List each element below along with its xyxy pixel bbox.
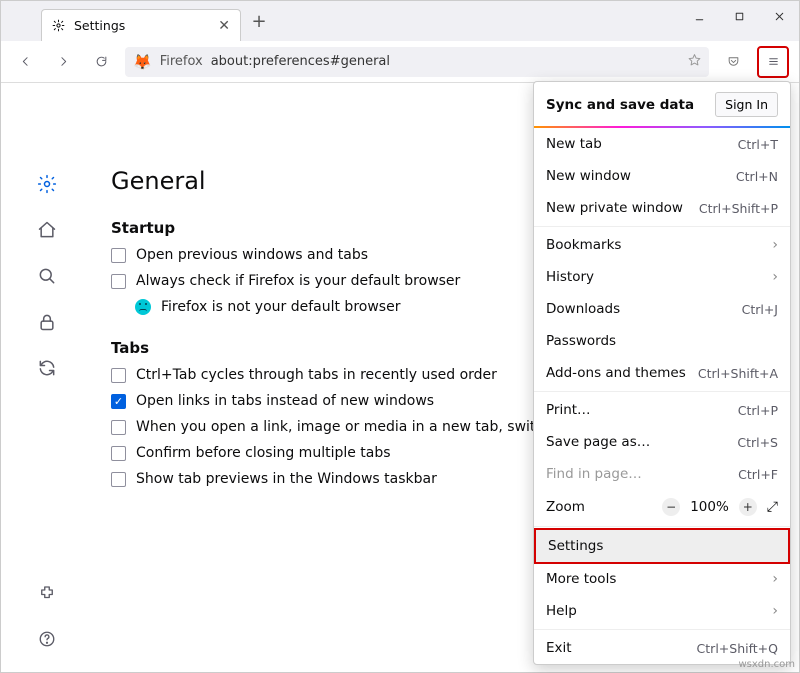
menu-print[interactable]: Print…Ctrl+P bbox=[534, 394, 790, 426]
menu-settings[interactable]: Settings bbox=[534, 528, 790, 564]
zoom-value: 100% bbox=[690, 499, 729, 515]
forward-button[interactable] bbox=[49, 48, 77, 76]
watermark: wsxdn.com bbox=[738, 659, 795, 670]
sync-label: Sync and save data bbox=[546, 97, 694, 113]
minimize-button[interactable] bbox=[679, 1, 719, 31]
menu-new-tab[interactable]: New tabCtrl+T bbox=[534, 128, 790, 160]
menu-find-in-page: Find in page…Ctrl+F bbox=[534, 458, 790, 490]
help-icon[interactable] bbox=[36, 628, 58, 650]
window-controls bbox=[679, 1, 799, 31]
browser-tab[interactable]: Settings ✕ bbox=[41, 9, 241, 41]
tab-title: Settings bbox=[74, 18, 210, 33]
menu-zoom: Zoom − 100% + ⤢ bbox=[534, 490, 790, 524]
chevron-right-icon: › bbox=[772, 237, 778, 253]
gear-icon bbox=[52, 19, 66, 33]
menu-new-private-window[interactable]: New private windowCtrl+Shift+P bbox=[534, 192, 790, 224]
new-tab-button[interactable]: + bbox=[245, 11, 273, 32]
menu-downloads[interactable]: DownloadsCtrl+J bbox=[534, 293, 790, 325]
sad-face-icon bbox=[135, 299, 151, 315]
sync-row: Sync and save data Sign In bbox=[534, 82, 790, 128]
navigation-toolbar: 🦊 Firefox about:preferences#general bbox=[1, 41, 799, 83]
chevron-right-icon: › bbox=[772, 571, 778, 587]
url-bar[interactable]: 🦊 Firefox about:preferences#general bbox=[125, 47, 709, 77]
close-button[interactable] bbox=[759, 1, 799, 31]
maximize-button[interactable] bbox=[719, 1, 759, 31]
menu-help[interactable]: Help› bbox=[534, 595, 790, 627]
chevron-right-icon: › bbox=[772, 269, 778, 285]
bookmark-star-icon[interactable] bbox=[688, 53, 701, 70]
url-text: about:preferences#general bbox=[211, 54, 680, 69]
menu-more-tools[interactable]: More tools› bbox=[534, 563, 790, 595]
app-menu-button[interactable] bbox=[759, 48, 787, 76]
fullscreen-icon[interactable]: ⤢ bbox=[767, 499, 778, 515]
menu-passwords[interactable]: Passwords bbox=[534, 325, 790, 357]
zoom-out-button[interactable]: − bbox=[662, 498, 680, 516]
app-menu-panel: Sync and save data Sign In New tabCtrl+T… bbox=[533, 81, 791, 665]
sync-icon[interactable] bbox=[36, 357, 58, 379]
menu-bookmarks[interactable]: Bookmarks› bbox=[534, 229, 790, 261]
chevron-right-icon: › bbox=[772, 603, 778, 619]
back-button[interactable] bbox=[11, 48, 39, 76]
search-icon[interactable] bbox=[36, 265, 58, 287]
url-prefix: Firefox bbox=[160, 54, 203, 69]
extensions-icon[interactable] bbox=[36, 582, 58, 604]
home-icon[interactable] bbox=[36, 219, 58, 241]
menu-addons[interactable]: Add-ons and themesCtrl+Shift+A bbox=[534, 357, 790, 389]
firefox-window: Settings ✕ + 🦊 Firefox about:preferences… bbox=[0, 0, 800, 673]
firefox-icon: 🦊 bbox=[133, 53, 152, 71]
lock-icon[interactable] bbox=[36, 311, 58, 333]
menu-new-window[interactable]: New windowCtrl+N bbox=[534, 160, 790, 192]
zoom-in-button[interactable]: + bbox=[739, 498, 757, 516]
app-menu-button-highlight bbox=[757, 46, 789, 78]
menu-history[interactable]: History› bbox=[534, 261, 790, 293]
gear-icon[interactable] bbox=[36, 173, 58, 195]
tab-close-icon[interactable]: ✕ bbox=[218, 18, 230, 34]
reload-button[interactable] bbox=[87, 48, 115, 76]
menu-save-page[interactable]: Save page as…Ctrl+S bbox=[534, 426, 790, 458]
pocket-icon[interactable] bbox=[719, 48, 747, 76]
titlebar: Settings ✕ + bbox=[1, 1, 799, 41]
sign-in-button[interactable]: Sign In bbox=[715, 92, 778, 117]
preferences-sidebar bbox=[1, 83, 93, 672]
